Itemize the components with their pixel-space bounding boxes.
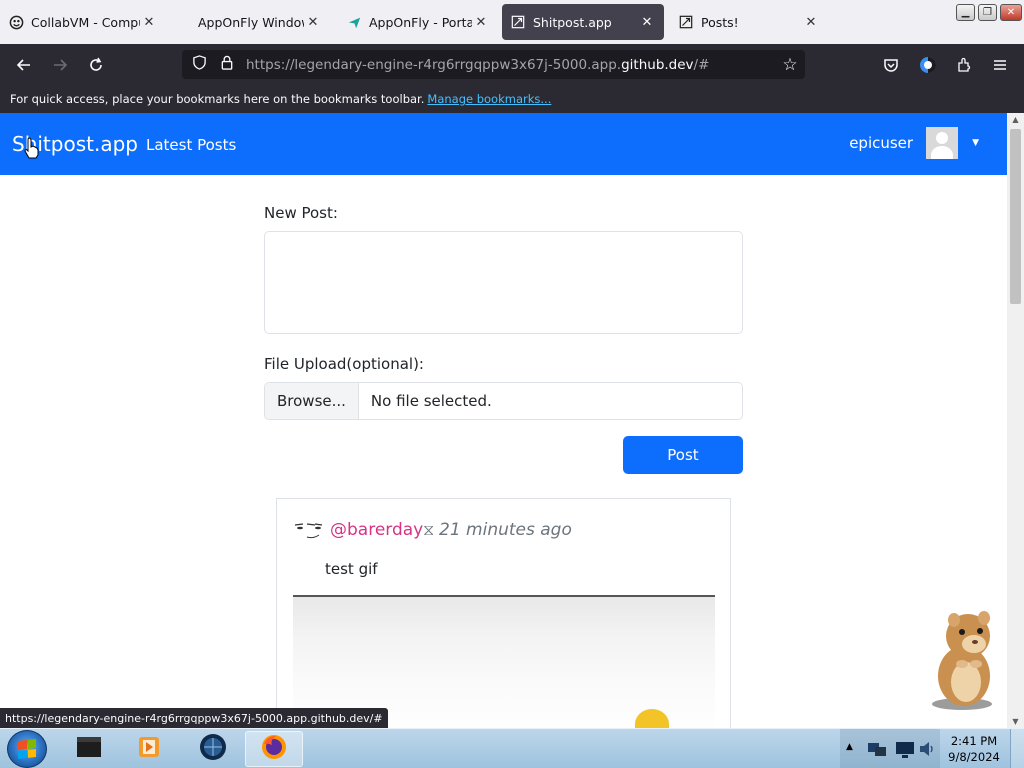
address-bar[interactable]: https://legendary-engine-r4rg6rrgqppw3x6… <box>182 50 805 79</box>
hourglass-icon: ⧖ <box>423 520 435 539</box>
scroll-up-icon[interactable]: ▲ <box>1007 115 1024 124</box>
new-post-textarea[interactable] <box>264 231 743 334</box>
tab-apponfly-portal[interactable]: AppOnFly - Portal ✕ <box>338 4 498 40</box>
windows-logo-icon <box>18 739 36 759</box>
taskbar: ▲ 2:41 PM 9/8/2024 <box>0 728 1024 768</box>
clock-date: 9/8/2024 <box>948 750 1000 764</box>
file-upload-input[interactable]: Browse... No file selected. <box>264 382 743 420</box>
display-icon[interactable] <box>894 738 916 764</box>
latest-posts-link[interactable]: Latest Posts <box>146 136 236 154</box>
globe-icon <box>198 732 228 766</box>
minimize-icon[interactable]: ▁ <box>956 4 975 21</box>
close-icon[interactable]: ✕ <box>140 15 158 30</box>
post-button[interactable]: Post <box>623 436 743 474</box>
post-author-link[interactable]: @barerday <box>330 520 423 540</box>
lock-icon[interactable] <box>216 55 238 74</box>
url-prefix: https://legendary-engine-r4rg6rrgqppw3x6… <box>246 56 622 73</box>
avatar <box>926 127 959 159</box>
pocket-icon[interactable] <box>878 52 904 78</box>
file-upload-label: File Upload(optional): <box>264 355 424 373</box>
tab-apponfly-windows[interactable]: AppOnFly Windows ✕ <box>190 4 330 40</box>
navigation-toolbar: https://legendary-engine-r4rg6rrgqppw3x6… <box>0 44 1024 85</box>
close-icon[interactable]: ✕ <box>638 15 656 30</box>
file-status: No file selected. <box>370 392 492 410</box>
bookmarks-hint: For quick access, place your bookmarks h… <box>10 92 425 106</box>
media-player-icon <box>135 733 163 765</box>
taskbar-clock[interactable]: 2:41 PM 9/8/2024 <box>942 733 1006 765</box>
tab-posts[interactable]: Posts! ✕ <box>670 4 828 40</box>
post-avatar <box>293 519 324 541</box>
manage-bookmarks-link[interactable]: Manage bookmarks... <box>427 92 551 106</box>
url-text[interactable]: https://legendary-engine-r4rg6rrgqppw3x6… <box>246 57 775 73</box>
new-post-label: New Post: <box>264 204 338 222</box>
username: epicuser <box>849 134 914 152</box>
network-icon[interactable] <box>866 738 888 764</box>
show-hidden-icons-icon[interactable]: ▲ <box>846 742 853 752</box>
clock-time: 2:41 PM <box>950 734 998 748</box>
extensions-icon[interactable] <box>951 52 977 78</box>
collabvm-icon <box>8 14 24 30</box>
volume-icon[interactable] <box>918 739 936 763</box>
url-suffix: /# <box>693 56 710 73</box>
system-tray: ▲ <box>840 729 940 768</box>
taskbar-app-media-player[interactable] <box>120 731 178 767</box>
tab-shitpost[interactable]: Shitpost.app ✕ <box>502 4 664 40</box>
tab-label: AppOnFly Windows <box>198 14 304 30</box>
window-close-icon[interactable]: ✕ <box>1000 4 1022 21</box>
close-icon[interactable]: ✕ <box>472 15 490 30</box>
reload-icon[interactable] <box>83 52 109 78</box>
status-url: https://legendary-engine-r4rg6rrgqppw3x6… <box>0 708 388 728</box>
account-icon[interactable] <box>915 52 941 78</box>
taskbar-app-network[interactable] <box>184 731 242 767</box>
taskbar-app-terminal[interactable] <box>60 731 118 767</box>
bookmark-star-icon[interactable]: ☆ <box>775 55 805 75</box>
back-icon[interactable] <box>11 52 37 78</box>
close-icon[interactable]: ✕ <box>802 15 820 30</box>
firefox-icon <box>259 732 289 766</box>
cursor-hand-icon <box>24 137 40 163</box>
hamster-image <box>922 604 1006 712</box>
tab-label: Shitpost.app <box>533 14 612 30</box>
scroll-thumb[interactable] <box>1010 129 1021 304</box>
tab-label: Posts! <box>701 14 739 30</box>
site-navbar: Shitpost.app Latest Posts epicuser ▼ <box>0 113 1007 175</box>
show-desktop-button[interactable] <box>1010 729 1024 768</box>
site-icon <box>678 14 694 30</box>
restore-icon[interactable]: ❐ <box>978 4 997 21</box>
post-text: test gif <box>325 560 378 578</box>
bookmarks-toolbar: For quick access, place your bookmarks h… <box>0 85 1024 113</box>
chevron-down-icon[interactable]: ▼ <box>972 138 979 148</box>
shield-icon[interactable] <box>188 55 210 74</box>
tab-strip: CollabVM - Comput ✕ AppOnFly Windows ✕ A… <box>0 0 1024 44</box>
user-menu[interactable]: epicuser ▼ <box>849 127 979 159</box>
browse-button[interactable]: Browse... <box>265 383 359 419</box>
tab-label: AppOnFly - Portal <box>369 14 472 30</box>
tab-label: CollabVM - Comput <box>31 14 140 30</box>
scroll-down-icon[interactable]: ▼ <box>1007 717 1024 726</box>
terminal-icon <box>74 733 104 765</box>
tab-collabvm[interactable]: CollabVM - Comput ✕ <box>0 4 166 40</box>
start-button[interactable] <box>7 730 47 768</box>
post-time: 21 minutes ago <box>439 520 572 540</box>
page-scrollbar[interactable]: ▲ ▼ <box>1007 113 1024 728</box>
forward-icon[interactable] <box>47 52 73 78</box>
url-domain: github.dev <box>621 56 694 73</box>
site-icon <box>510 14 526 30</box>
taskbar-app-firefox[interactable] <box>245 731 303 767</box>
close-icon[interactable]: ✕ <box>304 15 322 30</box>
paper-plane-icon <box>346 14 362 30</box>
post-card: @barerday ⧖ 21 minutes ago test gif <box>276 498 731 738</box>
menu-icon[interactable] <box>987 52 1013 78</box>
